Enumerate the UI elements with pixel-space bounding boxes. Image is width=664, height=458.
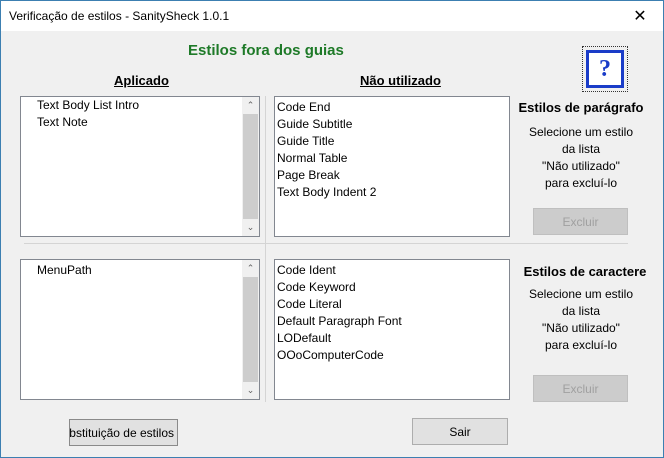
applied-column-header: Aplicado (114, 73, 169, 88)
description-line: "Não utilizado" (542, 159, 620, 173)
list-item[interactable]: Normal Table (275, 150, 509, 167)
list-item[interactable]: Code Keyword (275, 279, 509, 296)
paragraph-applied-list[interactable]: Text Body List Intro Text Note ⌃ ⌄ (20, 96, 260, 237)
style-substitution-button[interactable]: Substituição de estilos (69, 419, 178, 446)
exit-button[interactable]: Sair (412, 418, 508, 445)
character-unused-list[interactable]: Code Ident Code Keyword Code Literal Def… (274, 259, 510, 400)
list-item[interactable]: Page Break (275, 167, 509, 184)
list-item[interactable]: OOoComputerCode (275, 347, 509, 364)
description-line: da lista (561, 304, 601, 318)
description-line: para excluí-lo (544, 176, 618, 190)
character-applied-list[interactable]: MenuPath ⌃ ⌄ (20, 259, 260, 400)
unused-column-header: Não utilizado (360, 73, 441, 88)
list-item[interactable]: Default Paragraph Font (275, 313, 509, 330)
scroll-down-icon[interactable]: ⌄ (242, 219, 259, 236)
list-item[interactable]: LODefault (275, 330, 509, 347)
delete-character-style-button[interactable]: Excluir (533, 375, 628, 402)
list-item[interactable]: Code End (275, 99, 509, 116)
character-styles-description: Selecione um estilo da lista "Não utiliz… (516, 286, 646, 354)
horizontal-divider (24, 243, 628, 244)
vertical-divider (265, 96, 266, 402)
description-line: "Não utilizado" (542, 321, 620, 335)
list-item[interactable]: Guide Subtitle (275, 116, 509, 133)
list-item[interactable]: Code Literal (275, 296, 509, 313)
description-line: Selecione um estilo (528, 125, 634, 139)
help-icon[interactable]: ? (582, 46, 628, 92)
list-item[interactable]: Guide Title (275, 133, 509, 150)
scroll-thumb[interactable] (243, 114, 258, 219)
character-styles-title: Estilos de caractere (523, 264, 647, 279)
scroll-thumb[interactable] (243, 277, 258, 382)
paragraph-styles-description: Selecione um estilo da lista "Não utiliz… (516, 124, 646, 192)
vertical-scrollbar[interactable]: ⌃ ⌄ (242, 97, 259, 236)
list-item[interactable]: Text Body Indent 2 (275, 184, 509, 201)
title-bar: Verificação de estilos - SanitySheck 1.0… (1, 1, 663, 31)
description-line: da lista (561, 142, 601, 156)
scroll-up-icon[interactable]: ⌃ (242, 97, 259, 114)
list-item[interactable]: Text Body List Intro (21, 97, 259, 114)
description-line: Selecione um estilo (528, 287, 634, 301)
page-title: Estilos fora dos guias (188, 42, 344, 59)
paragraph-styles-title: Estilos de parágrafo (518, 100, 644, 115)
vertical-scrollbar[interactable]: ⌃ ⌄ (242, 260, 259, 399)
list-item[interactable]: Code Ident (275, 262, 509, 279)
paragraph-unused-list[interactable]: Code End Guide Subtitle Guide Title Norm… (274, 96, 510, 237)
window-title: Verificação de estilos - SanitySheck 1.0… (9, 9, 230, 23)
scroll-up-icon[interactable]: ⌃ (242, 260, 259, 277)
close-icon[interactable]: ✕ (617, 1, 663, 31)
list-item[interactable]: MenuPath (21, 262, 259, 279)
description-line: para excluí-lo (544, 338, 618, 352)
scroll-down-icon[interactable]: ⌄ (242, 382, 259, 399)
delete-paragraph-style-button[interactable]: Excluir (533, 208, 628, 235)
list-item[interactable]: Text Note (21, 114, 259, 131)
